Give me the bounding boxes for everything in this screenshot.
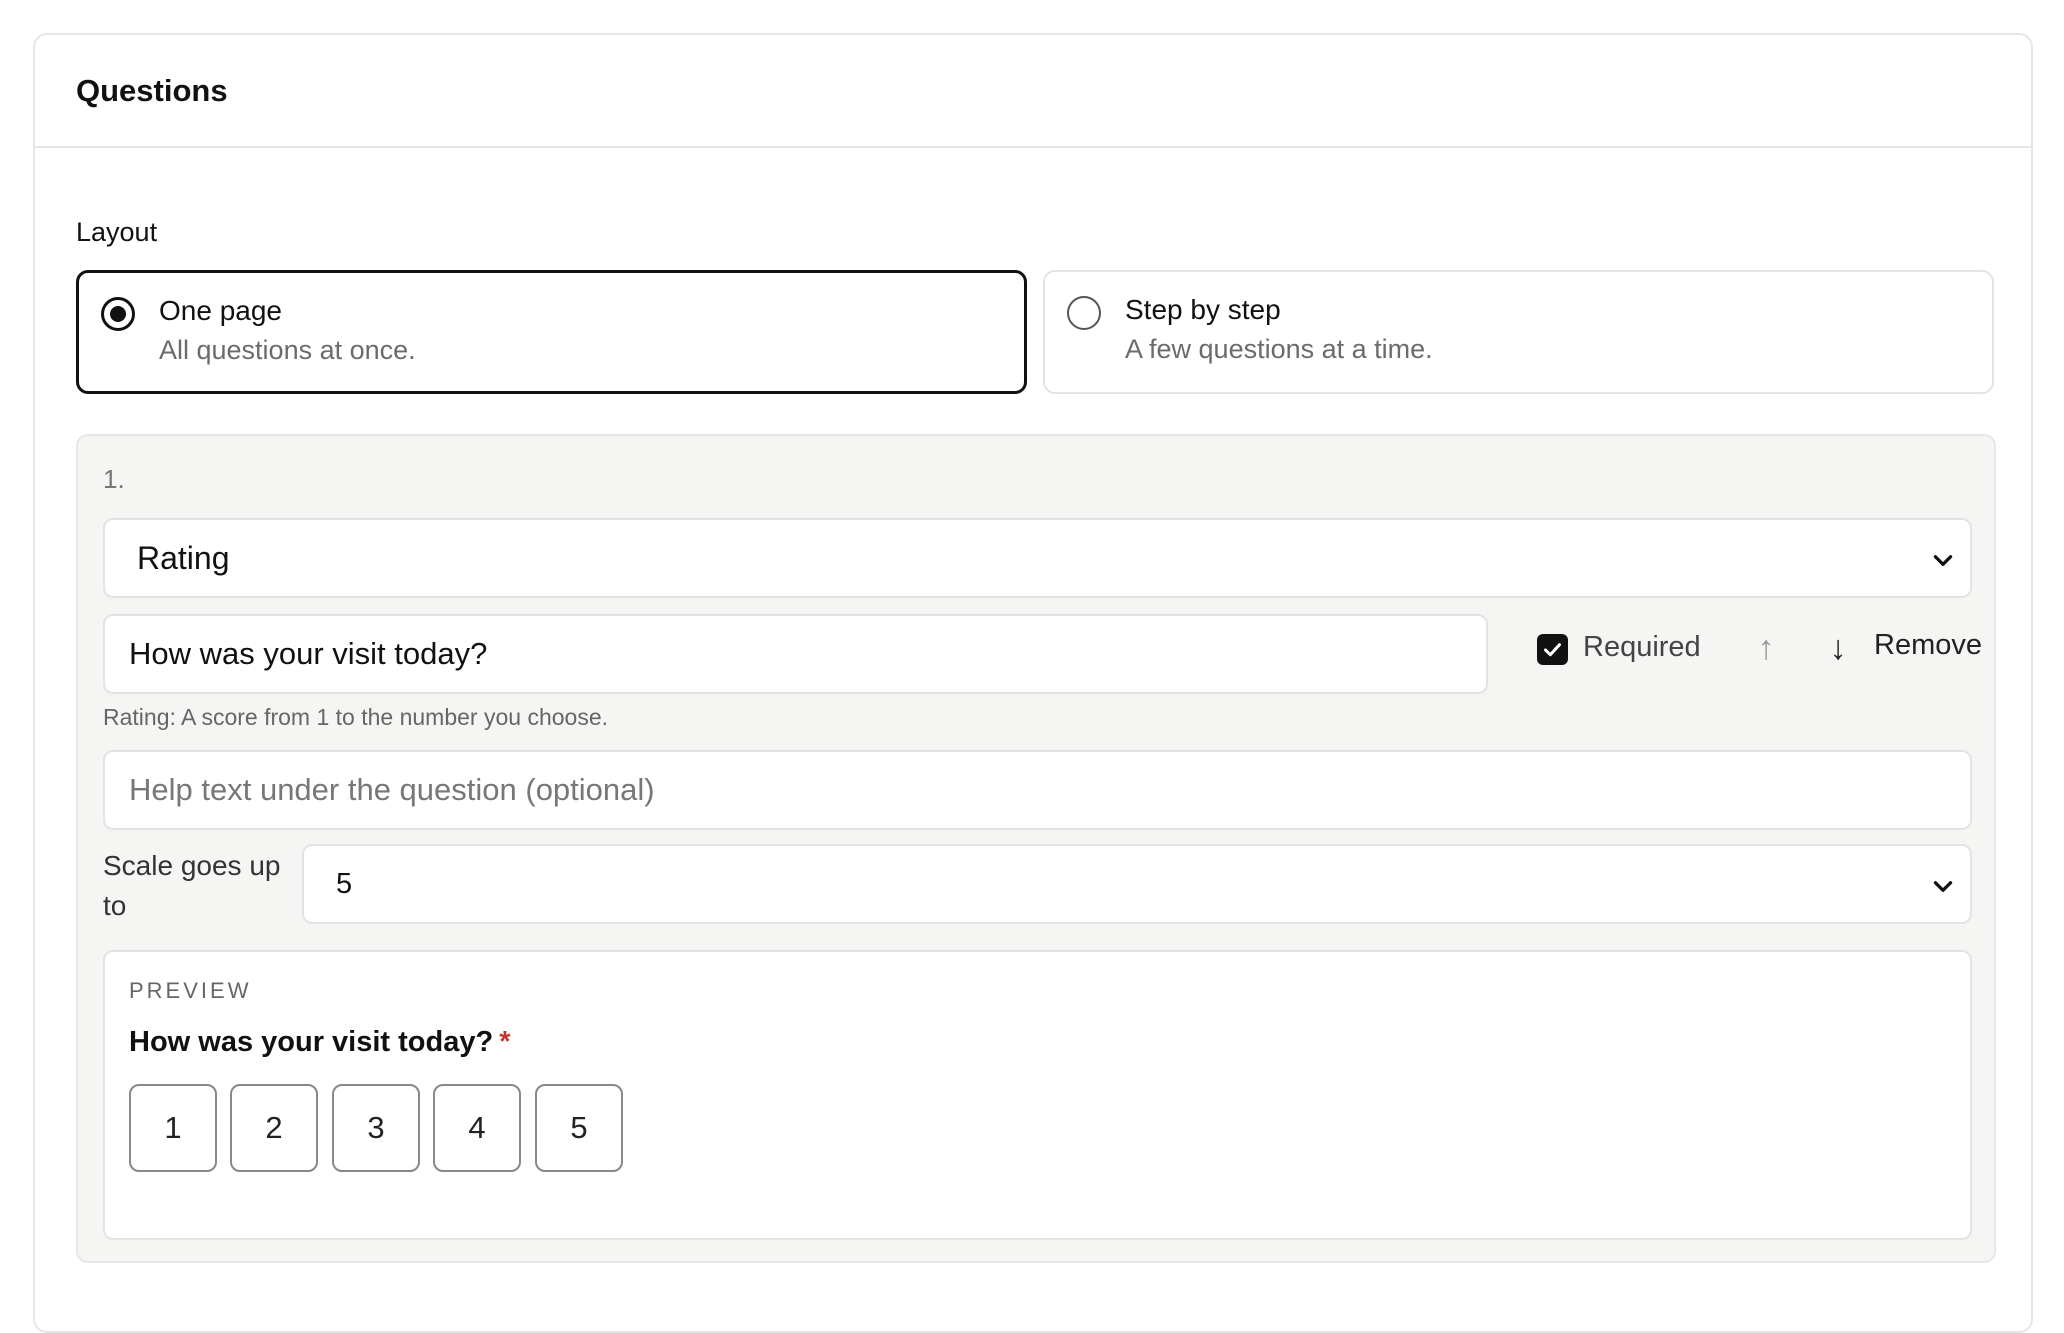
question-block: 1. Rating How was your visit today? Requ…	[76, 434, 1996, 1263]
required-label: Required	[1583, 631, 1701, 663]
preview-question: How was your visit today? *	[129, 1026, 510, 1059]
chevron-down-icon	[1933, 555, 1953, 566]
scale-select[interactable]: 5	[302, 844, 1972, 924]
question-number: 1.	[103, 464, 125, 494]
rating-option-5[interactable]: 5	[535, 1084, 623, 1172]
question-text-value: How was your visit today?	[129, 636, 488, 671]
scale-label: Scale goes up to	[103, 850, 281, 921]
rating-option-1[interactable]: 1	[129, 1084, 217, 1172]
arrow-up-icon: ↑	[1757, 629, 1775, 667]
checkmark-icon	[1544, 643, 1561, 657]
required-checkbox[interactable]	[1537, 634, 1568, 665]
rating-option-2[interactable]: 2	[230, 1084, 318, 1172]
layout-option-description: A few questions at a time.	[1125, 334, 1433, 364]
scale-value: 5	[336, 868, 353, 900]
layout-option-title: Step by step	[1125, 294, 1281, 325]
preview-label: PREVIEW	[129, 978, 252, 1003]
rating-option-3[interactable]: 3	[332, 1084, 420, 1172]
layout-option-title: One page	[159, 295, 282, 326]
question-type-select[interactable]: Rating	[103, 518, 1972, 598]
card-title: Questions	[76, 73, 228, 108]
layout-option-description: All questions at once.	[159, 335, 416, 365]
help-text-placeholder: Help text under the question (optional)	[129, 772, 655, 807]
question-type-value: Rating	[137, 540, 230, 576]
radio-one-page[interactable]	[101, 297, 135, 331]
preview-question-text: How was your visit today?	[129, 1026, 494, 1058]
arrow-down-icon: ↓	[1829, 629, 1847, 667]
layout-option-step-by-step[interactable]: Step by step A few questions at a time.	[1043, 270, 1994, 394]
rating-option-4[interactable]: 4	[433, 1084, 521, 1172]
remove-button[interactable]: Remove	[1874, 629, 1982, 662]
required-marker: *	[499, 1026, 511, 1058]
radio-step-by-step[interactable]	[1067, 296, 1101, 330]
move-down-button[interactable]: ↓	[1818, 626, 1858, 670]
card-header: Questions	[35, 35, 2031, 148]
questions-card: Questions Layout One page All questions …	[33, 33, 2033, 1333]
help-text-input[interactable]: Help text under the question (optional)	[103, 750, 1972, 830]
move-up-button[interactable]: ↑	[1746, 626, 1786, 670]
layout-label: Layout	[76, 217, 158, 247]
preview-panel: PREVIEW How was your visit today? * 1 2 3…	[103, 950, 1972, 1240]
layout-option-one-page[interactable]: One page All questions at once.	[76, 270, 1027, 394]
chevron-down-icon	[1933, 881, 1953, 892]
question-type-hint: Rating: A score from 1 to the number you…	[103, 704, 609, 730]
question-text-input[interactable]: How was your visit today?	[103, 614, 1488, 694]
